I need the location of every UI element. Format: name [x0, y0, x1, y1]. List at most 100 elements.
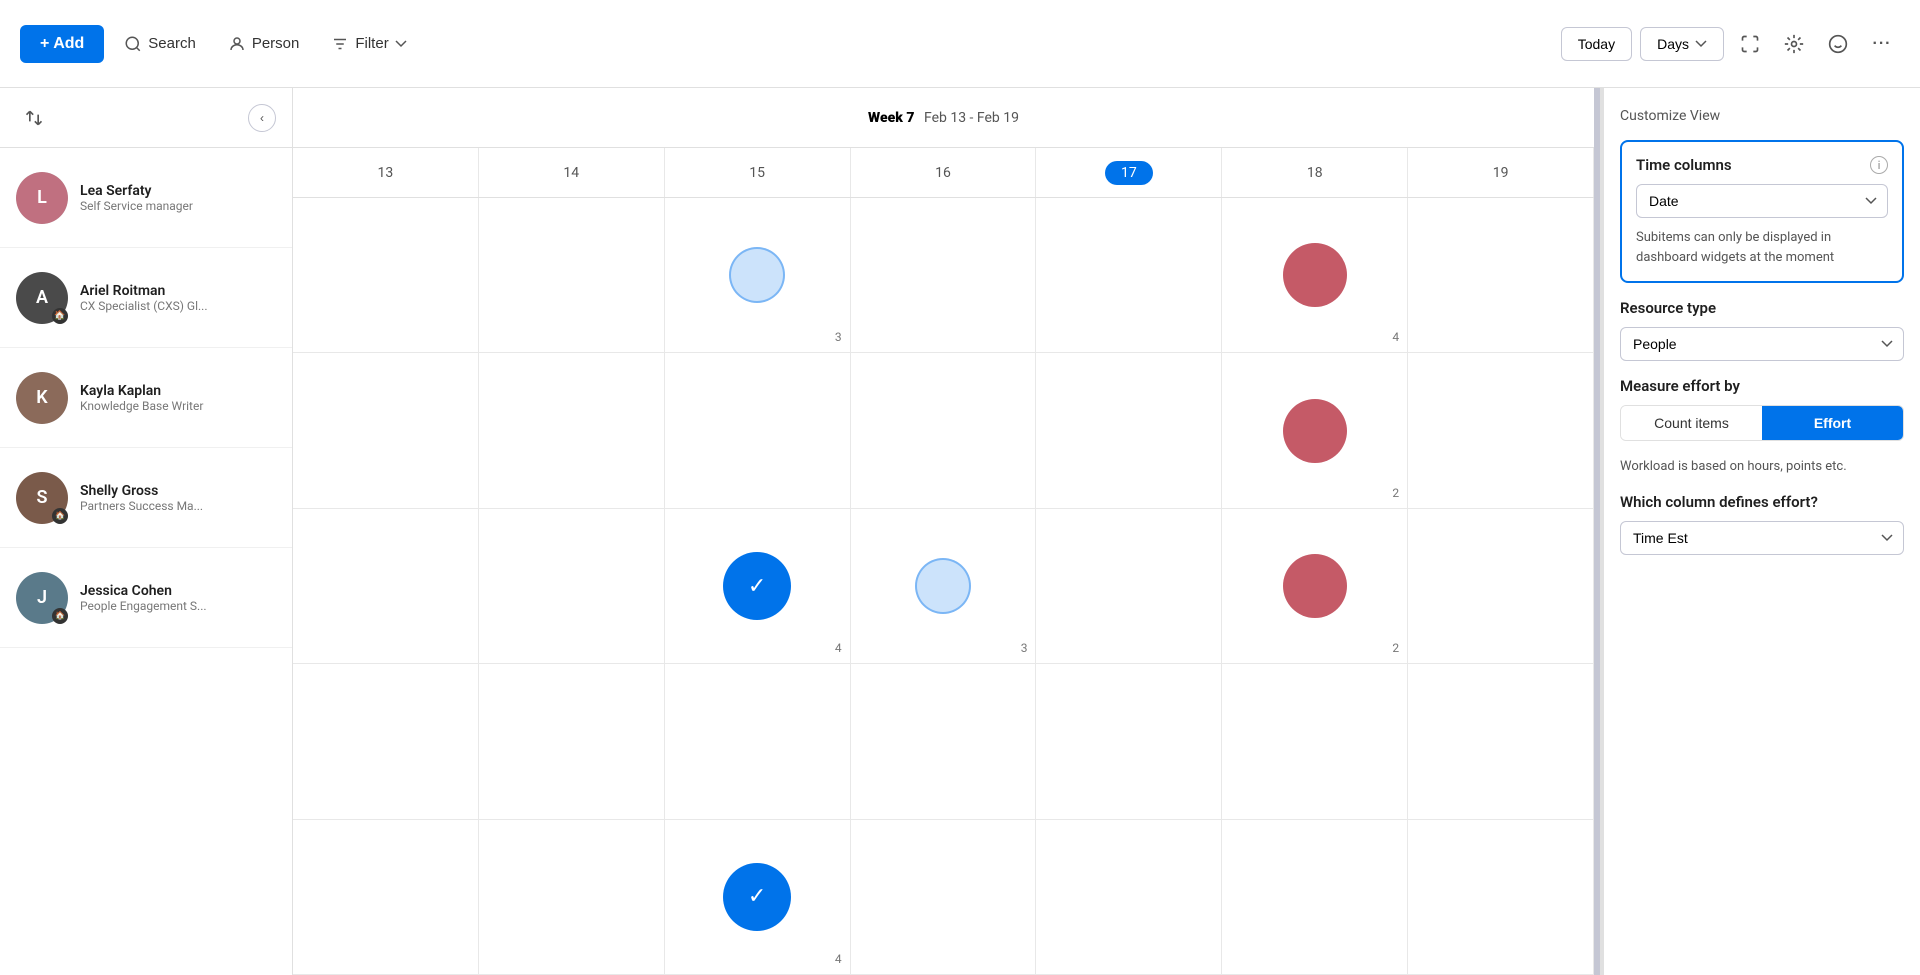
avatar-container: A 🏠: [16, 272, 68, 324]
gear-icon: [1784, 34, 1804, 54]
info-icon[interactable]: i: [1870, 156, 1888, 174]
date-cell-13: 13: [293, 148, 479, 197]
cal-cell: [1408, 198, 1594, 352]
cal-cell-today: [1036, 664, 1222, 818]
calendar-body: 3 4 2: [293, 198, 1594, 975]
cal-cell: [293, 353, 479, 507]
cal-cell: [851, 353, 1037, 507]
days-button[interactable]: Days: [1640, 27, 1724, 61]
today-button[interactable]: Today: [1561, 27, 1632, 61]
cal-cell-today: [1036, 198, 1222, 352]
cal-cell: [479, 664, 665, 818]
person-row: S 🏠 Shelly Gross Partners Success Ma...: [0, 448, 292, 548]
event-dot-red[interactable]: [1283, 243, 1347, 307]
avatar-container: S 🏠: [16, 472, 68, 524]
event-dot-red[interactable]: [1283, 399, 1347, 463]
search-button[interactable]: Search: [112, 27, 208, 61]
cell-count: 4: [835, 641, 842, 655]
event-dot-light[interactable]: [915, 558, 971, 614]
cal-cell: [479, 509, 665, 663]
person-button[interactable]: Person: [216, 27, 312, 61]
cal-cell: [479, 353, 665, 507]
cal-cell: [1222, 664, 1408, 818]
cal-cell-18: 4: [1222, 198, 1408, 352]
date-cell-16: 16: [851, 148, 1037, 197]
event-dot-blue-check[interactable]: ✓: [723, 863, 791, 931]
person-name: Lea Serfaty: [80, 183, 276, 199]
date-cell-18: 18: [1222, 148, 1408, 197]
calendar-row-ariel: 2: [293, 353, 1594, 508]
cal-cell: [293, 198, 479, 352]
event-dot-blue-check[interactable]: ✓: [723, 552, 791, 620]
people-panel-header: ‹: [0, 88, 292, 148]
expand-icon: [1740, 34, 1760, 54]
effort-toggle-row: Count items Effort: [1620, 405, 1904, 441]
cal-cell: [293, 820, 479, 974]
effort-column-select[interactable]: Time Est Story Points Hours: [1620, 521, 1904, 555]
search-icon: [124, 35, 142, 53]
more-button[interactable]: ···: [1864, 26, 1900, 62]
person-name: Jessica Cohen: [80, 583, 276, 599]
cal-cell: [1408, 664, 1594, 818]
count-items-button[interactable]: Count items: [1621, 406, 1762, 440]
person-name: Ariel Roitman: [80, 283, 276, 299]
people-panel: ‹ L Lea Serfaty Self Service manager A 🏠…: [0, 88, 293, 975]
date-cell-17: 17: [1036, 148, 1222, 197]
event-dot[interactable]: [729, 247, 785, 303]
cal-cell: [851, 820, 1037, 974]
date-cell-19: 19: [1408, 148, 1594, 197]
cell-count: 4: [1392, 330, 1399, 344]
cal-cell: [293, 509, 479, 663]
time-columns-label: Time columns i: [1636, 156, 1888, 174]
toolbar-right: Today Days ···: [1561, 26, 1900, 62]
avatar-container: J 🏠: [16, 572, 68, 624]
effort-button[interactable]: Effort: [1762, 406, 1903, 440]
filter-chevron-icon: [395, 38, 407, 50]
person-info: Shelly Gross Partners Success Ma...: [80, 483, 276, 513]
days-chevron-icon: [1695, 40, 1707, 48]
person-icon: [228, 35, 246, 53]
sort-button[interactable]: [16, 100, 52, 136]
calendar-header: Week 7 Feb 13 - Feb 19: [293, 88, 1594, 148]
event-dot-red[interactable]: [1283, 554, 1347, 618]
calendar-row-kayla: ✓ 4 3 2: [293, 509, 1594, 664]
calendar-row-jessica: ✓ 4: [293, 820, 1594, 975]
cell-count: 4: [835, 952, 842, 966]
settings-button[interactable]: [1776, 26, 1812, 62]
main-area: ‹ L Lea Serfaty Self Service manager A 🏠…: [0, 88, 1920, 975]
filter-button[interactable]: Filter: [319, 27, 418, 61]
resource-type-label: Resource type: [1620, 299, 1904, 317]
cal-cell-today: [1036, 353, 1222, 507]
home-badge: 🏠: [52, 308, 68, 324]
cal-cell-15: ✓ 4: [665, 509, 851, 663]
effort-column-section: Which column defines effort? Time Est St…: [1620, 493, 1904, 555]
home-badge: 🏠: [52, 608, 68, 624]
measure-effort-label: Measure effort by: [1620, 377, 1904, 395]
toolbar: + Add Search Person Filter Today Days ··…: [0, 0, 1920, 88]
person-role: Knowledge Base Writer: [80, 399, 276, 413]
expand-button[interactable]: [1732, 26, 1768, 62]
emoji-button[interactable]: [1820, 26, 1856, 62]
search-label: Search: [148, 35, 196, 52]
cal-cell: [1408, 509, 1594, 663]
week-number: Week 7: [868, 110, 914, 126]
time-columns-select[interactable]: Date Timeline Date Range: [1636, 184, 1888, 218]
cell-count: 3: [835, 330, 842, 344]
avatar: L: [16, 172, 68, 224]
cal-cell: [851, 664, 1037, 818]
panel-title: Customize View: [1620, 108, 1904, 124]
cal-cell: [1408, 820, 1594, 974]
person-row: K Kayla Kaplan Knowledge Base Writer: [0, 348, 292, 448]
smiley-icon: [1828, 34, 1848, 54]
person-info: Ariel Roitman CX Specialist (CXS) Gl...: [80, 283, 276, 313]
add-button[interactable]: + Add: [20, 25, 104, 63]
cal-cell-15: ✓ 4: [665, 820, 851, 974]
date-cell-15: 15: [665, 148, 851, 197]
avatar-initials: K: [16, 372, 68, 424]
more-dots-icon: ···: [1873, 35, 1892, 53]
collapse-button[interactable]: ‹: [248, 104, 276, 132]
home-badge: 🏠: [52, 508, 68, 524]
resource-type-select[interactable]: People Teams: [1620, 327, 1904, 361]
days-label: Days: [1657, 36, 1689, 52]
cal-cell: [479, 198, 665, 352]
